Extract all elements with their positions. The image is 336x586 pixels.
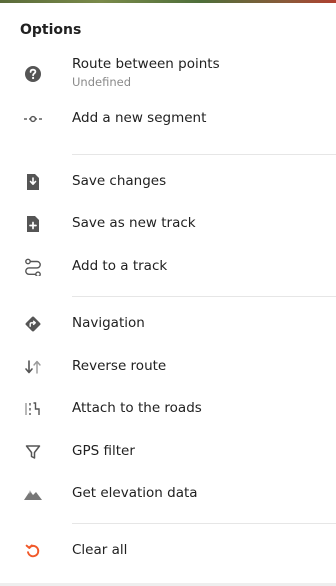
add-to-track-item[interactable]: Add to a track xyxy=(0,246,336,288)
reset-icon xyxy=(22,540,44,562)
save-icon xyxy=(22,171,44,193)
save-as-new-track-label: Save as new track xyxy=(72,215,196,231)
question-circle-icon xyxy=(22,63,44,85)
roads-icon xyxy=(22,398,44,420)
section-divider xyxy=(72,523,336,524)
clear-all-label: Clear all xyxy=(72,542,128,558)
add-new-segment-item[interactable]: Add a new segment xyxy=(0,98,336,140)
navigation-icon xyxy=(22,313,44,335)
file-add-icon xyxy=(22,213,44,235)
route-between-points-value: Undefined xyxy=(72,75,131,89)
add-to-track-label: Add to a track xyxy=(72,258,168,274)
section-divider xyxy=(72,296,336,297)
add-new-segment-label: Add a new segment xyxy=(72,110,207,126)
save-as-new-track-item[interactable]: Save as new track xyxy=(0,203,336,245)
track-icon xyxy=(22,256,44,278)
reverse-route-label: Reverse route xyxy=(72,358,167,374)
save-changes-item[interactable]: Save changes xyxy=(0,161,336,203)
attach-to-roads-label: Attach to the roads xyxy=(72,400,202,416)
attach-to-roads-item[interactable]: Attach to the roads xyxy=(0,388,336,430)
get-elevation-data-item[interactable]: Get elevation data xyxy=(0,473,336,515)
options-title: Options xyxy=(20,22,82,38)
section-divider xyxy=(72,154,336,155)
gps-filter-label: GPS filter xyxy=(72,443,135,459)
elevation-icon xyxy=(22,483,44,505)
save-changes-label: Save changes xyxy=(72,173,167,189)
route-between-points-label: Route between points xyxy=(72,56,220,72)
segment-icon xyxy=(22,108,44,130)
navigation-label: Navigation xyxy=(72,315,145,331)
reverse-route-item[interactable]: Reverse route xyxy=(0,346,336,388)
get-elevation-data-label: Get elevation data xyxy=(72,485,198,501)
gps-filter-item[interactable]: GPS filter xyxy=(0,431,336,473)
clear-all-item[interactable]: Clear all xyxy=(0,530,336,572)
options-bottom-sheet: Options Route between points Undefined A… xyxy=(0,3,336,586)
navigation-item[interactable]: Navigation xyxy=(0,303,336,345)
reverse-icon xyxy=(22,356,44,378)
filter-icon xyxy=(22,441,44,463)
route-between-points-item[interactable]: Route between points Undefined xyxy=(0,52,336,96)
